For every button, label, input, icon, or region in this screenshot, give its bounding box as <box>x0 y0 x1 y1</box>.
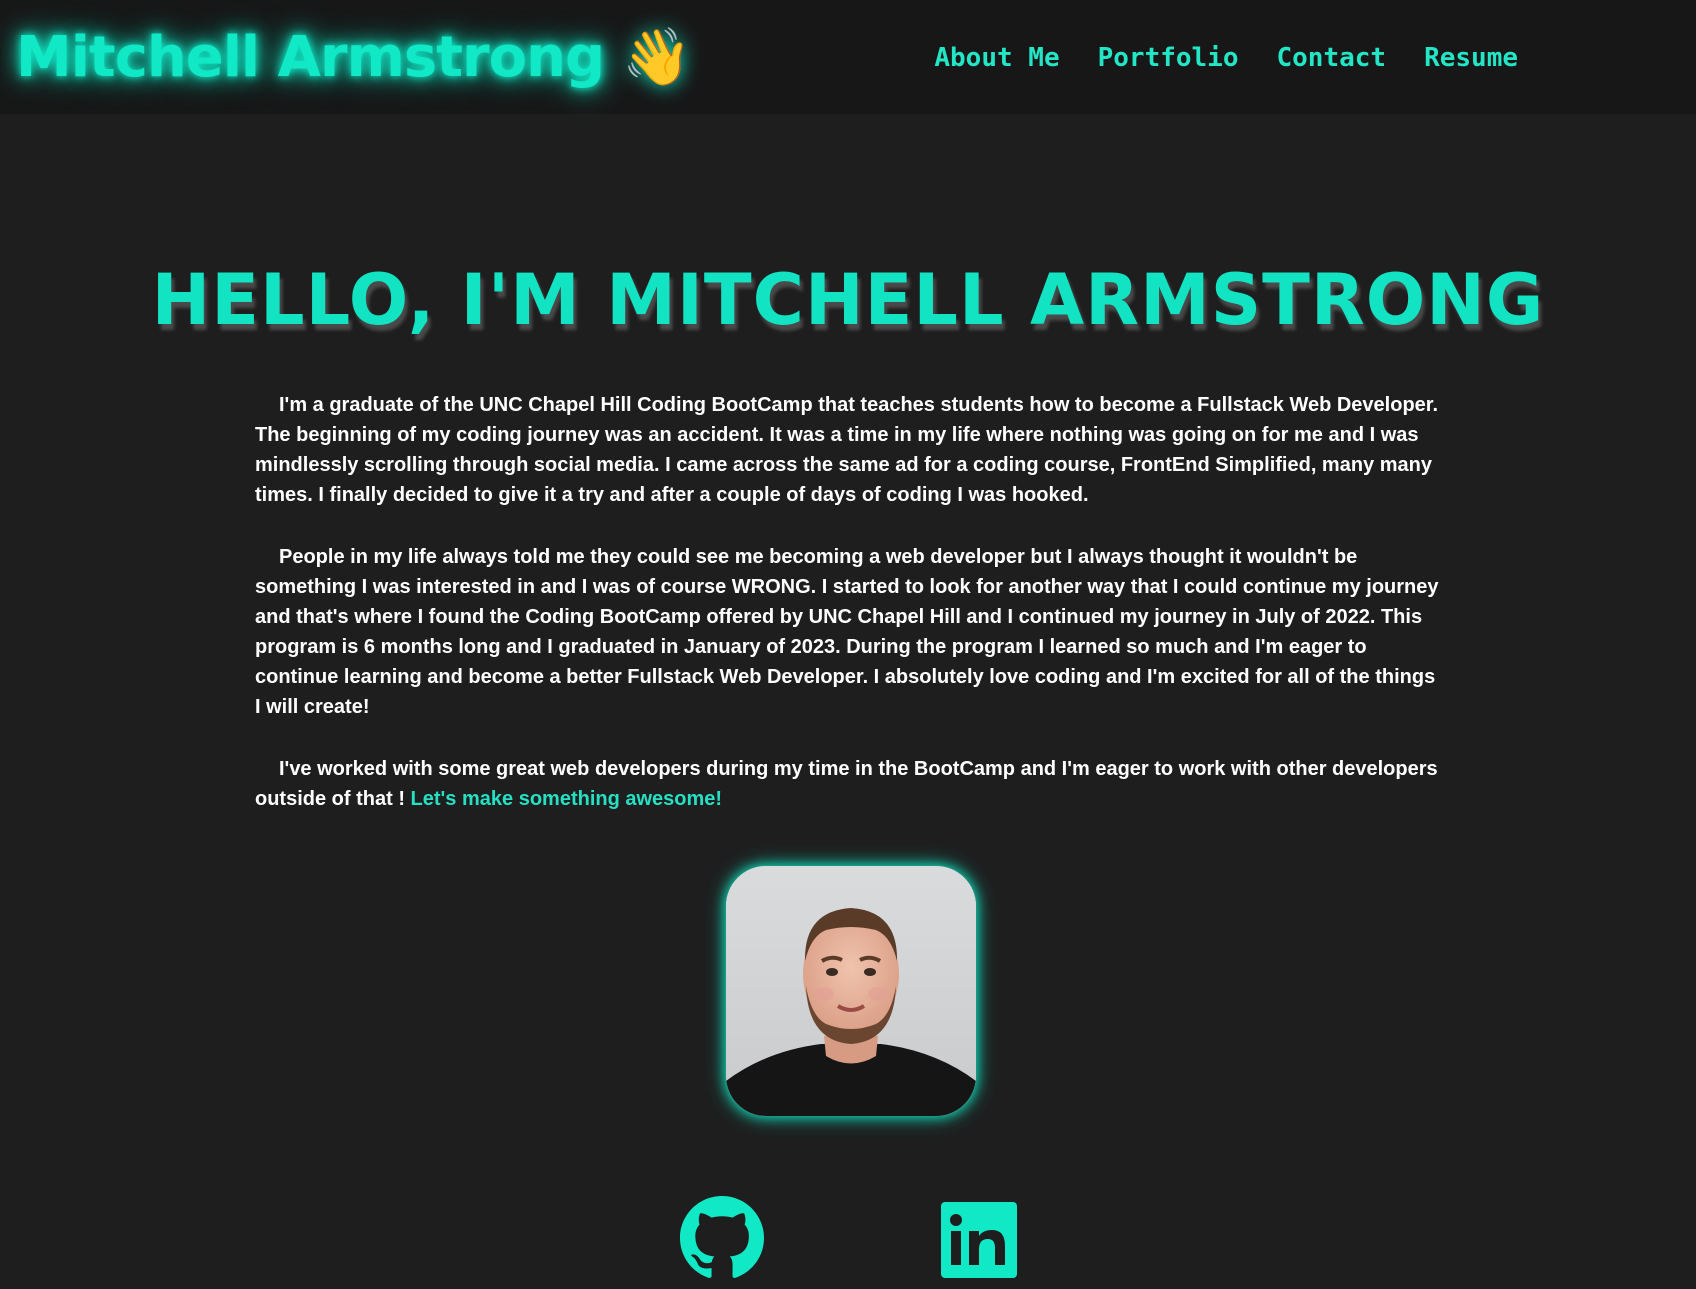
about-paragraph-3: I've worked with some great web develope… <box>255 754 1445 814</box>
linkedin-icon <box>941 1202 1017 1278</box>
nav-portfolio[interactable]: Portfolio <box>1098 38 1239 78</box>
github-icon <box>680 1196 764 1278</box>
about-section: I'm a graduate of the UNC Chapel Hill Co… <box>255 390 1445 846</box>
nav-resume[interactable]: Resume <box>1424 38 1518 78</box>
page-title: HELLO, I'M MITCHELL ARMSTRONG <box>151 259 1545 341</box>
nav-about-me[interactable]: About Me <box>934 38 1059 78</box>
social-links <box>680 1196 1020 1286</box>
profile-photo-illustration <box>726 866 976 1116</box>
about-paragraph-2: People in my life always told me they co… <box>255 546 1439 718</box>
brand[interactable]: Mitchell Armstrong 👋 <box>16 18 692 98</box>
brand-name[interactable]: Mitchell Armstrong <box>16 18 605 98</box>
site-header: Mitchell Armstrong 👋 About Me Portfolio … <box>0 0 1696 114</box>
nav-contact[interactable]: Contact <box>1277 38 1387 78</box>
page: Mitchell Armstrong 👋 About Me Portfolio … <box>0 0 1696 1289</box>
main-nav: About Me Portfolio Contact Resume <box>934 38 1518 78</box>
linkedin-link[interactable] <box>941 1202 1017 1278</box>
about-paragraph-1: I'm a graduate of the UNC Chapel Hill Co… <box>255 394 1439 506</box>
waving-hand-icon: 👋 <box>622 25 692 90</box>
profile-photo <box>726 866 976 1116</box>
github-link[interactable] <box>680 1196 764 1280</box>
cta-text: Let's make something awesome! <box>410 788 723 810</box>
